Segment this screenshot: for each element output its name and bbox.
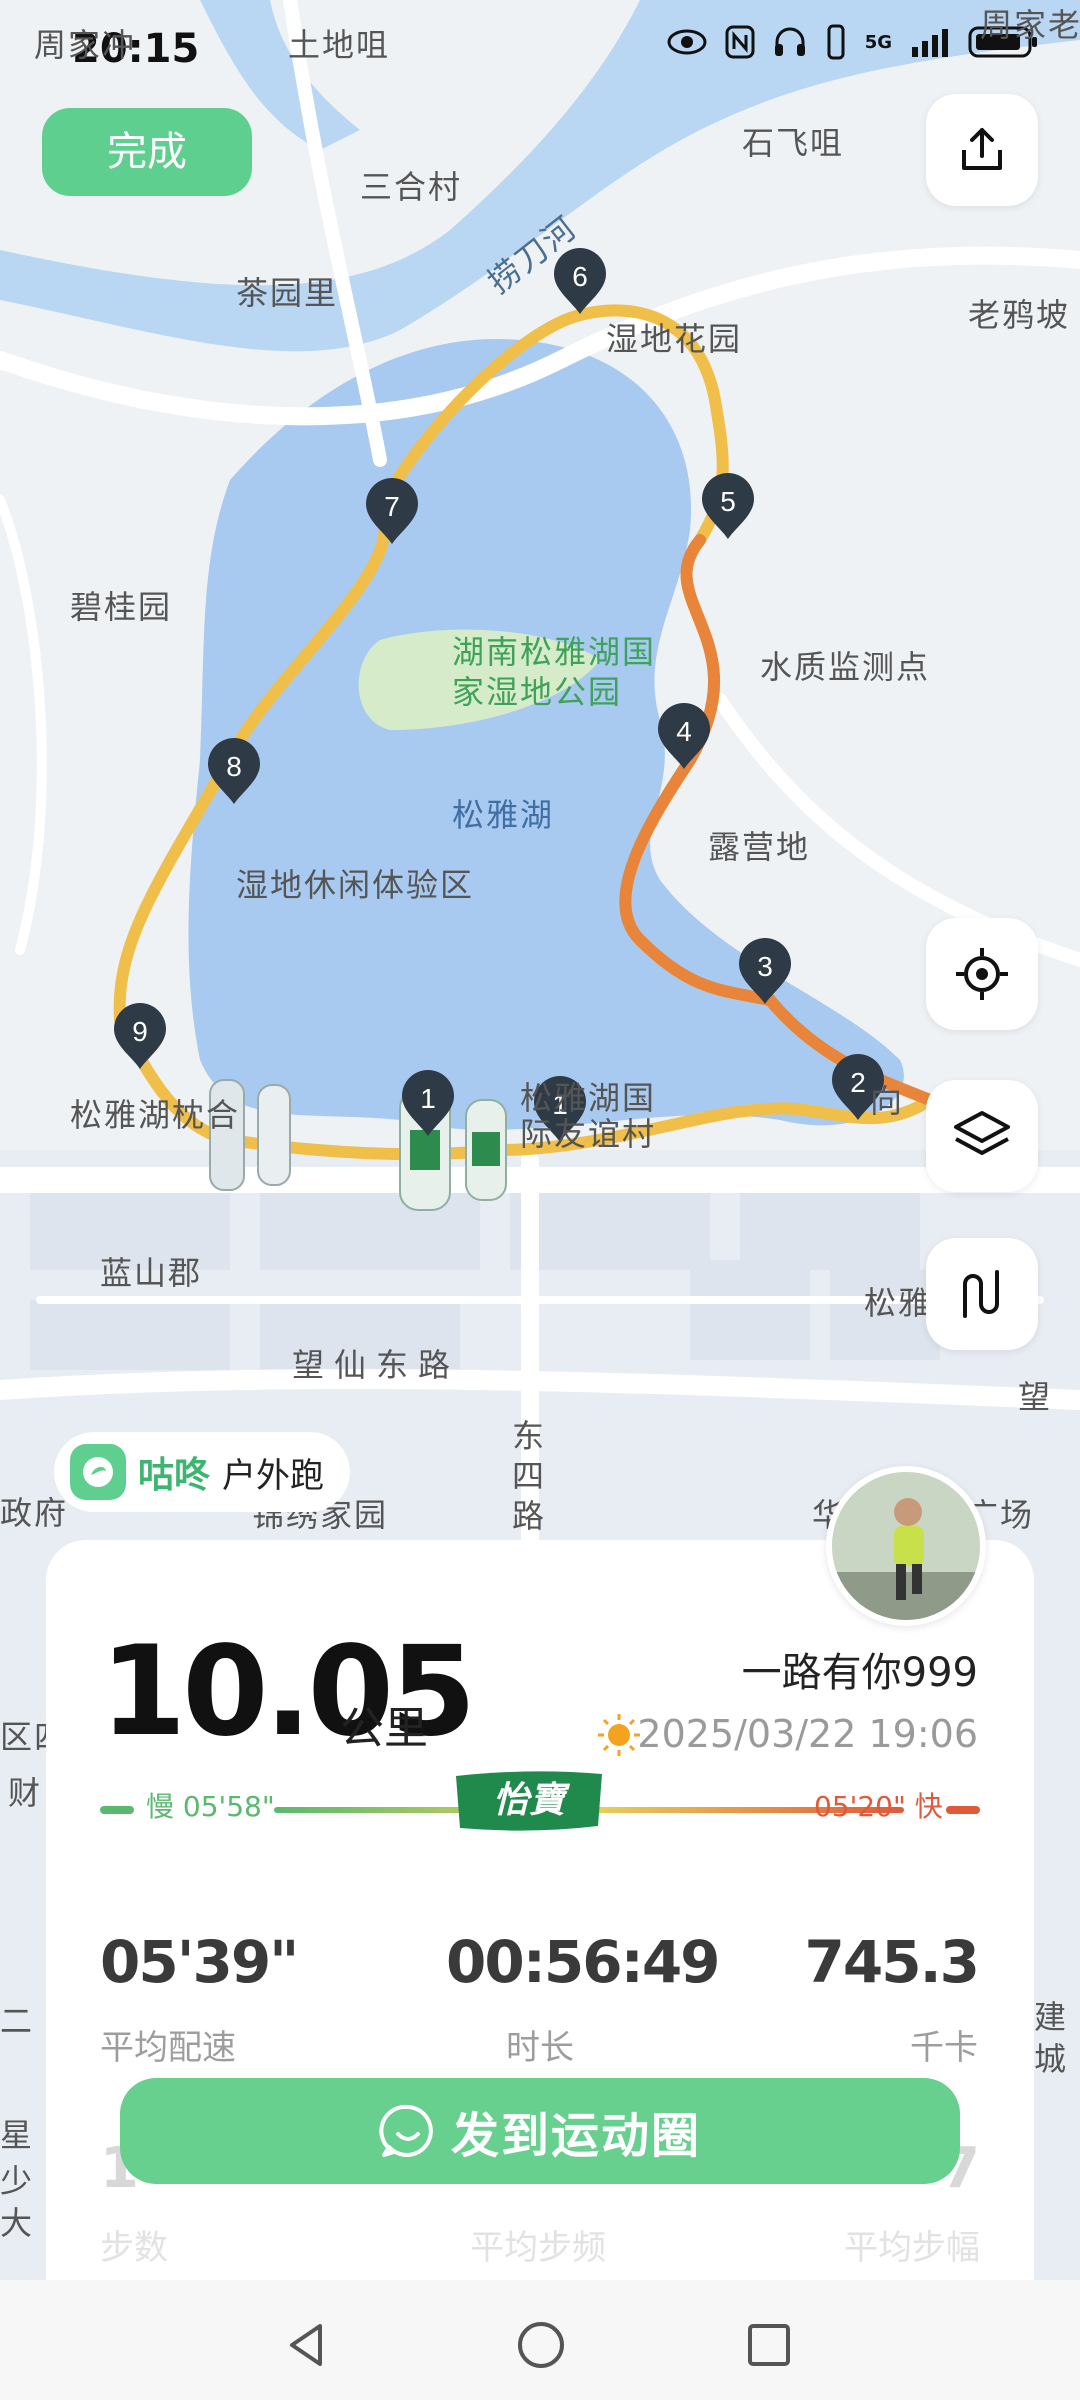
map-label: 政府 (0, 1494, 69, 1532)
stat-steps-label: 步数 (100, 2228, 168, 2268)
km-marker-label: 8 (226, 751, 242, 782)
map-label: 望 (1018, 1378, 1053, 1416)
map-label: 周家老 (980, 6, 1080, 44)
map-label: 少 (0, 2162, 35, 2200)
map-label: 向 (870, 1082, 905, 1120)
share-icon (962, 128, 1002, 170)
map-label: 水质监测点 (760, 648, 931, 686)
lake-label: 松雅湖 (452, 796, 555, 834)
back-icon[interactable] (280, 2318, 334, 2372)
map-label: 露营地 (708, 828, 811, 866)
map-label: 城 (1034, 2040, 1069, 2078)
share-button[interactable] (926, 94, 1038, 206)
stat-avg-pace-value: 05'39" (100, 1928, 299, 1996)
eye-icon (667, 29, 707, 55)
avatar[interactable] (826, 1466, 986, 1626)
stat-avg-pace-label: 平均配速 (100, 2028, 236, 2068)
km-marker-label: 3 (757, 951, 773, 982)
locate-icon (956, 948, 1008, 1000)
pace-slow-label: 慢 05'58" (146, 1790, 275, 1823)
km-marker-label: 5 (720, 486, 736, 517)
stat-duration-value: 00:56:49 (446, 1928, 721, 1996)
username: 一路有你999 (741, 1650, 978, 1696)
map-label: 湿地花园 (606, 320, 743, 358)
map-label: 土地咀 (288, 26, 391, 64)
map-label: 建 (1034, 1998, 1069, 2036)
codoon-logo-icon (70, 1444, 126, 1500)
km-marker-label: 9 (132, 1016, 148, 1047)
map-label: 松雅湖国际友谊村 (520, 1079, 657, 1153)
home-icon[interactable] (514, 2318, 568, 2372)
map-label: 老鸦坡 (968, 296, 1071, 334)
route-icon (963, 1270, 999, 1318)
map-label: 望仙东路 (292, 1346, 461, 1384)
brand-name: 咕咚 (138, 1455, 211, 1496)
map-label: 茶园里 (236, 274, 339, 312)
sponsor-name: 怡寶 (492, 1780, 565, 1821)
map-label: 石飞咀 (742, 124, 845, 162)
map-label: 碧桂园 (70, 588, 173, 626)
locate-button[interactable] (926, 918, 1038, 1030)
stat-stride-label: 平均步幅 (844, 2228, 980, 2268)
nfc-icon (725, 25, 755, 59)
layers-icon (954, 1111, 1010, 1155)
km-marker-label: 6 (572, 261, 588, 292)
map-label: 周家冲 (34, 26, 137, 64)
vibrate-icon (827, 24, 845, 60)
map-label: 大 (0, 2204, 35, 2242)
brand-chip: 咕咚 户外跑 (54, 1432, 351, 1512)
stat-cadence-label: 平均步频 (470, 2228, 606, 2268)
km-marker-label: 1 (420, 1083, 436, 1114)
map-label: 财 (8, 1774, 43, 1812)
post-to-feed-label: 发到运动圈 (450, 2108, 701, 2164)
pace-fast-label: 05'20" 快 (814, 1790, 943, 1823)
map-label: 三合村 (360, 168, 463, 206)
km-marker-label: 2 (850, 1067, 866, 1098)
chat-smile-icon (379, 2104, 433, 2157)
park-label: 湖南松雅湖国 家湿地公园 (452, 632, 656, 712)
stat-calories-label: 千卡 (910, 2028, 978, 2068)
distance-unit: 公里 (340, 1703, 428, 1754)
map-label: 东四路 (512, 1417, 547, 1535)
headphones-icon (774, 27, 805, 56)
park-label-line2: 家湿地公园 (452, 673, 623, 711)
map-label: 松雅 (864, 1284, 933, 1322)
km-marker-label: 7 (384, 491, 400, 522)
layers-button[interactable] (926, 1080, 1038, 1192)
sun-icon (598, 1714, 640, 1756)
km-marker-label: 4 (676, 716, 692, 747)
park-label-line1: 湖南松雅湖国 (452, 633, 657, 671)
sponsor-logo: 怡寶 (450, 1768, 608, 1834)
stat-calories-value: 745.3 (804, 1928, 980, 1996)
done-button[interactable]: 完成 (42, 108, 252, 196)
network-label: 5G (864, 31, 892, 53)
map-label: 松雅湖枕合 (70, 1096, 241, 1134)
recents-icon[interactable] (742, 2318, 796, 2372)
run-datetime: 2025/03/22 19:06 (637, 1712, 978, 1756)
post-to-feed-button[interactable]: 发到运动圈 (120, 2078, 960, 2184)
route-button[interactable] (926, 1238, 1038, 1350)
map-label: 二 (0, 2002, 35, 2040)
map-label: 星 (0, 2116, 35, 2154)
stat-duration-label: 时长 (506, 2028, 574, 2068)
sport-type: 户外跑 (222, 1455, 325, 1496)
signal-icon (912, 29, 948, 57)
map-label: 蓝山郡 (100, 1254, 203, 1292)
map-label: 湿地休闲体验区 (236, 866, 475, 904)
